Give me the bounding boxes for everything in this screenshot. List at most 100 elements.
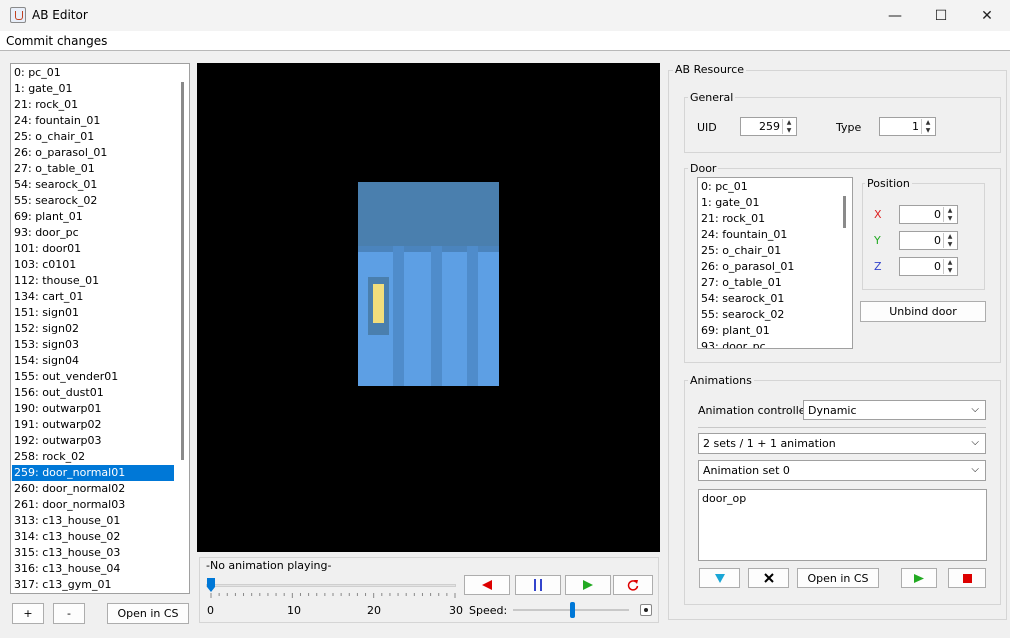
- z-spinner[interactable]: 0 ▲ ▼: [899, 257, 958, 276]
- list-item[interactable]: 316: c13_house_04: [12, 561, 174, 577]
- list-item[interactable]: 155: out_vender01: [12, 369, 174, 385]
- list-item[interactable]: 103: c0101: [12, 257, 174, 273]
- list-item[interactable]: 26: o_parasol_01: [699, 259, 837, 275]
- list-item[interactable]: 93: door_pc: [699, 339, 837, 348]
- type-spinner[interactable]: 1 ▲ ▼: [879, 117, 936, 136]
- list-item[interactable]: 54: searock_01: [699, 291, 837, 307]
- remove-button[interactable]: -: [53, 603, 85, 624]
- play-button[interactable]: [565, 575, 611, 595]
- list-item[interactable]: 153: sign03: [12, 337, 174, 353]
- list-item[interactable]: door_op: [700, 491, 986, 507]
- list-item[interactable]: 21: rock_01: [699, 211, 837, 227]
- list-item[interactable]: 259: door_normal01: [12, 465, 174, 481]
- pause-icon: [534, 579, 542, 591]
- list-item[interactable]: 190: outwarp01: [12, 401, 174, 417]
- animation-play-button[interactable]: [901, 568, 937, 588]
- animations-title: Animations: [688, 374, 754, 387]
- door-list[interactable]: 0: pc_01 1: gate_01 21: rock_01 24: fountai…: [697, 177, 853, 349]
- animation-set-select[interactable]: Animation set 0 ⌵: [698, 460, 986, 481]
- list-item[interactable]: 26: o_parasol_01: [12, 145, 174, 161]
- unbind-door-button[interactable]: Unbind door: [860, 301, 986, 322]
- y-spinner[interactable]: 0 ▲ ▼: [899, 231, 958, 250]
- list-item[interactable]: 258: rock_02: [12, 449, 174, 465]
- animation-list[interactable]: door_op: [698, 489, 987, 561]
- animation-status: -No animation playing-: [206, 559, 332, 572]
- list-item[interactable]: 93: door_pc: [12, 225, 174, 241]
- close-button[interactable]: ✕: [964, 0, 1010, 31]
- animation-sets-select[interactable]: 2 sets / 1 + 1 animation ⌵: [698, 433, 986, 454]
- list-item[interactable]: 27: o_table_01: [699, 275, 837, 291]
- list-item[interactable]: 54: searock_01: [12, 177, 174, 193]
- list-item[interactable]: 112: thouse_01: [12, 273, 174, 289]
- spinner-arrows-icon[interactable]: ▲ ▼: [782, 119, 795, 134]
- list-item[interactable]: 24: fountain_01: [699, 227, 837, 243]
- play-backward-button[interactable]: [464, 575, 510, 595]
- speed-slider-thumb[interactable]: [569, 602, 575, 618]
- resource-list[interactable]: 0: pc_01 1: gate_01 21: rock_01 24: fountai…: [10, 63, 190, 594]
- open-in-cs-button[interactable]: Open in CS: [107, 603, 189, 624]
- list-item[interactable]: 317: c13_gym_01: [12, 577, 174, 593]
- dot-icon: [644, 608, 648, 612]
- list-item[interactable]: 69: plant_01: [12, 209, 174, 225]
- speed-reset-button[interactable]: [640, 604, 652, 616]
- animation-open-in-cs-button[interactable]: Open in CS: [797, 568, 879, 588]
- list-item[interactable]: 151: sign01: [12, 305, 174, 321]
- list-item[interactable]: 191: outwarp02: [12, 417, 174, 433]
- list-item[interactable]: 156: out_dust01: [12, 385, 174, 401]
- list-item[interactable]: 260: door_normal02: [12, 481, 174, 497]
- animation-controller-select[interactable]: Dynamic ⌵: [803, 400, 986, 420]
- list-item[interactable]: 313: c13_house_01: [12, 513, 174, 529]
- resource-list-scrollbar[interactable]: [181, 82, 184, 460]
- list-item[interactable]: 0: pc_01: [699, 179, 837, 195]
- list-item[interactable]: 21: rock_01: [12, 97, 174, 113]
- delete-animation-button[interactable]: [748, 568, 789, 588]
- list-item[interactable]: 27: o_table_01: [12, 161, 174, 177]
- list-item[interactable]: 101: door01: [12, 241, 174, 257]
- x-spinner[interactable]: 0 ▲ ▼: [899, 205, 958, 224]
- ab-resource-title: AB Resource: [673, 63, 747, 76]
- pause-button[interactable]: [515, 575, 561, 595]
- list-item[interactable]: 1: gate_01: [12, 81, 174, 97]
- list-item[interactable]: 69: plant_01: [699, 323, 837, 339]
- spinner-arrows-icon[interactable]: ▲ ▼: [943, 259, 956, 274]
- uid-spinner[interactable]: 259 ▲ ▼: [740, 117, 797, 136]
- timeline-ticks: [210, 593, 456, 598]
- uid-label: UID: [697, 121, 717, 134]
- spinner-arrows-icon[interactable]: ▲ ▼: [921, 119, 934, 134]
- timeline-tick-label: 0: [207, 604, 214, 617]
- y-label: Y: [874, 234, 881, 247]
- maximize-button[interactable]: ☐: [918, 0, 964, 31]
- add-button[interactable]: +: [12, 603, 44, 624]
- list-item[interactable]: 152: sign02: [12, 321, 174, 337]
- list-item[interactable]: 314: c13_house_02: [12, 529, 174, 545]
- list-item[interactable]: 192: outwarp03: [12, 433, 174, 449]
- door-list-scrollbar[interactable]: [843, 196, 846, 228]
- list-item[interactable]: 25: o_chair_01: [699, 243, 837, 259]
- list-item[interactable]: 55: searock_02: [699, 307, 837, 323]
- play-icon: [914, 573, 924, 583]
- list-item[interactable]: 315: c13_house_03: [12, 545, 174, 561]
- list-item[interactable]: 24: fountain_01: [12, 113, 174, 129]
- list-item[interactable]: 25: o_chair_01: [12, 129, 174, 145]
- timeline-slider-thumb[interactable]: [206, 577, 216, 593]
- list-item[interactable]: 134: cart_01: [12, 289, 174, 305]
- timeline-track[interactable]: [206, 584, 456, 587]
- minimize-button[interactable]: —: [872, 0, 918, 31]
- preview-canvas[interactable]: [197, 63, 660, 552]
- spinner-arrows-icon[interactable]: ▲ ▼: [943, 233, 956, 248]
- menu-commit-changes[interactable]: Commit changes: [6, 34, 107, 48]
- divider: [698, 427, 986, 428]
- list-item[interactable]: 0: pc_01: [12, 65, 174, 81]
- animation-stop-button[interactable]: [948, 568, 986, 588]
- move-down-button[interactable]: [699, 568, 740, 588]
- list-item[interactable]: 154: sign04: [12, 353, 174, 369]
- spinner-arrows-icon[interactable]: ▲ ▼: [943, 207, 956, 222]
- chevron-down-icon: ⌵: [971, 437, 979, 448]
- timeline-tick-label: 30: [449, 604, 463, 617]
- window-title: AB Editor: [32, 8, 88, 22]
- loop-button[interactable]: [613, 575, 653, 595]
- list-item[interactable]: 1: gate_01: [699, 195, 837, 211]
- list-item[interactable]: 55: searock_02: [12, 193, 174, 209]
- list-item[interactable]: 261: door_normal03: [12, 497, 174, 513]
- z-label: Z: [874, 260, 882, 273]
